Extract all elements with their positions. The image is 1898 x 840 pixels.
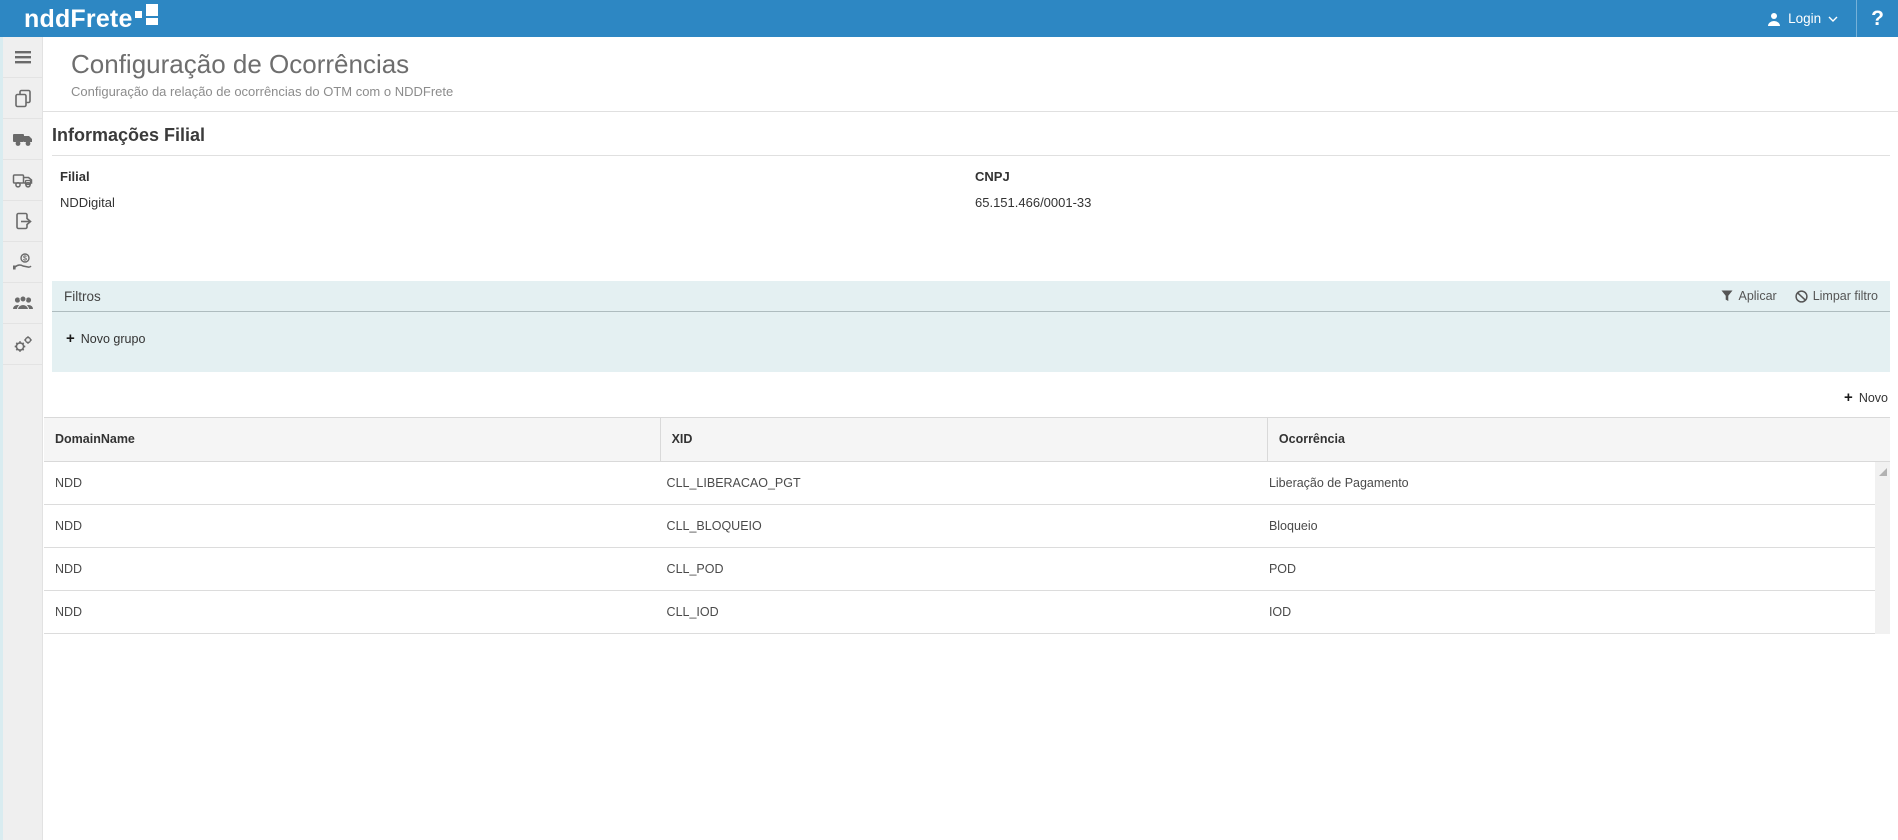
help-button[interactable]: ? (1857, 0, 1898, 37)
delivery-truck-icon (12, 171, 34, 189)
apply-filter-button[interactable]: Aplicar (1721, 289, 1776, 303)
login-menu[interactable]: Login (1749, 0, 1856, 37)
cell-xid: CLL_BLOQUEIO (656, 505, 1258, 547)
table-row[interactable]: NDD CLL_BLOQUEIO Bloqueio (44, 505, 1875, 548)
sidebar-item-users[interactable] (3, 283, 42, 324)
cell-domainname: NDD (44, 548, 656, 590)
clear-filter-label: Limpar filtro (1813, 289, 1878, 303)
nddfrete-logo[interactable]: nddFrete (24, 4, 158, 34)
page-subtitle: Configuração da relação de ocorrências d… (71, 84, 1890, 99)
branch-info-title: Informações Filial (52, 112, 1890, 156)
sidebar-item-settings[interactable] (3, 324, 42, 365)
sidebar-item-menu[interactable] (3, 37, 42, 78)
sidebar-item-documents[interactable] (3, 78, 42, 119)
chevron-down-icon (1828, 16, 1838, 22)
svg-text:$: $ (23, 256, 27, 263)
new-group-button[interactable]: + Novo grupo (66, 332, 145, 346)
page-header: Configuração de Ocorrências Configuração… (43, 37, 1898, 112)
table-toolbar: + Novo (51, 372, 1890, 417)
left-sidebar: $ (3, 37, 43, 840)
filters-body: + Novo grupo (52, 312, 1890, 372)
plus-icon: + (1844, 392, 1853, 404)
cell-domainname: NDD (44, 505, 656, 547)
cnpj-value: 65.151.466/0001-33 (975, 195, 1890, 210)
cell-ocorrencia: Liberação de Pagamento (1258, 462, 1875, 504)
sidebar-item-payment[interactable]: $ (3, 242, 42, 283)
clear-filter-button[interactable]: Limpar filtro (1795, 289, 1878, 303)
branch-info-fields: Filial NDDigital CNPJ 65.151.466/0001-33 (52, 156, 1890, 210)
slash-circle-icon (1795, 290, 1808, 303)
cell-ocorrencia: Bloqueio (1258, 505, 1875, 547)
filial-label: Filial (60, 169, 975, 184)
filters-title: Filtros (64, 289, 101, 304)
funnel-icon (1721, 290, 1733, 302)
export-document-icon (13, 211, 33, 231)
table-header-row: DomainName XID Ocorrência (44, 418, 1890, 462)
filial-value: NDDigital (60, 195, 975, 210)
table-scrollbar[interactable] (1875, 462, 1890, 634)
filters-panel: Filtros Aplicar Limpar filtro (52, 281, 1890, 372)
cell-domainname: NDD (44, 462, 656, 504)
scroll-grip-icon (1879, 468, 1887, 476)
cell-xid: CLL_LIBERACAO_PGT (656, 462, 1258, 504)
page-title: Configuração de Ocorrências (71, 48, 1890, 80)
top-bar: nddFrete Login ? (0, 0, 1898, 37)
table-row[interactable]: NDD CLL_LIBERACAO_PGT Liberação de Pagam… (44, 462, 1875, 505)
cell-ocorrencia: POD (1258, 548, 1875, 590)
user-icon (1767, 12, 1781, 26)
main-content: Configuração de Ocorrências Configuração… (43, 37, 1898, 840)
filial-field: Filial NDDigital (60, 169, 975, 210)
cell-domainname: NDD (44, 591, 656, 633)
cell-ocorrencia: IOD (1258, 591, 1875, 633)
documents-icon (13, 88, 33, 108)
payment-hand-icon: $ (12, 252, 34, 272)
column-header-domainname[interactable]: DomainName (44, 418, 661, 461)
new-group-label: Novo grupo (81, 332, 146, 346)
sidebar-item-truck[interactable] (3, 119, 42, 160)
cell-xid: CLL_POD (656, 548, 1258, 590)
table-row[interactable]: NDD CLL_POD POD (44, 548, 1875, 591)
filters-header: Filtros Aplicar Limpar filtro (52, 281, 1890, 312)
plus-icon: + (66, 333, 75, 345)
cnpj-label: CNPJ (975, 169, 1890, 184)
column-header-ocorrencia[interactable]: Ocorrência (1268, 418, 1890, 461)
truck-icon (12, 130, 34, 148)
new-occurrence-button[interactable]: + Novo (1844, 391, 1888, 405)
occurrences-table: DomainName XID Ocorrência NDD CLL_LIBERA… (44, 417, 1890, 634)
cnpj-field: CNPJ 65.151.466/0001-33 (975, 169, 1890, 210)
settings-gears-icon (12, 334, 34, 354)
sidebar-item-export[interactable] (3, 201, 42, 242)
cell-xid: CLL_IOD (656, 591, 1258, 633)
sidebar-item-delivery-truck[interactable] (3, 160, 42, 201)
apply-filter-label: Aplicar (1738, 289, 1776, 303)
new-occurrence-label: Novo (1859, 391, 1888, 405)
table-body: NDD CLL_LIBERACAO_PGT Liberação de Pagam… (44, 462, 1890, 634)
users-icon (12, 294, 34, 312)
ndd-squares-icon (135, 2, 158, 27)
menu-icon (14, 50, 32, 64)
table-row[interactable]: NDD CLL_IOD IOD (44, 591, 1875, 634)
logo-text: nddFrete (24, 4, 133, 34)
login-label: Login (1788, 11, 1821, 26)
column-header-xid[interactable]: XID (661, 418, 1268, 461)
